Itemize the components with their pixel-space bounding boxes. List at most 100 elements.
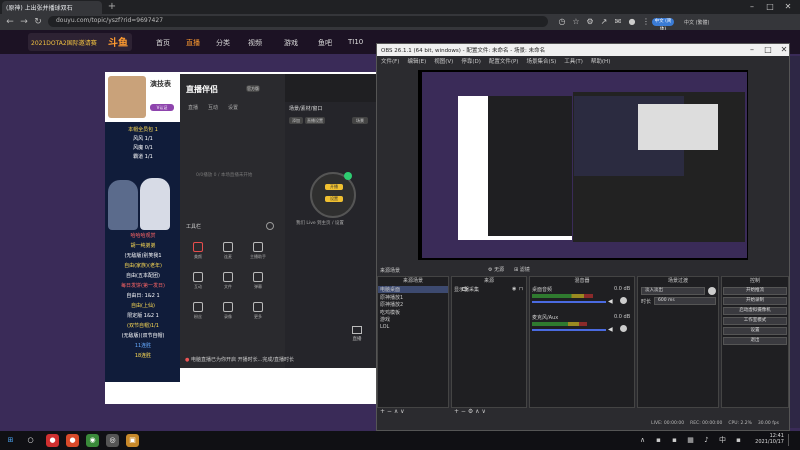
app-icon-media[interactable]: ● xyxy=(66,434,79,447)
control-button[interactable]: 启动虚拟摄像机 xyxy=(723,307,787,315)
live-app-tab[interactable]: 设置 xyxy=(228,104,238,111)
bookmark-icon[interactable]: ☆ xyxy=(570,15,582,28)
start-icon[interactable]: ⊞ xyxy=(4,434,17,447)
site-nav-item[interactable]: 鱼吧 xyxy=(318,38,332,48)
language-chip[interactable]: 中文 (简体) xyxy=(652,18,674,32)
transition-select[interactable]: 淡入淡出 xyxy=(641,287,705,295)
filters-button[interactable]: ⊞ 滤镜 xyxy=(514,266,530,273)
scene-item[interactable]: 吃鸡模板 xyxy=(378,309,448,316)
obs-menu-item[interactable]: 帮助(H) xyxy=(591,59,610,65)
live-app-tab[interactable]: 直播 xyxy=(188,104,198,111)
scene-item[interactable]: 原神播放2 xyxy=(378,301,448,308)
extensions-icon[interactable]: ⚙ xyxy=(584,15,596,28)
obs-menu-item[interactable]: 编辑(E) xyxy=(407,59,426,65)
search-icon[interactable]: ○ xyxy=(24,434,37,447)
volume-icon[interactable]: ♪ xyxy=(700,434,713,447)
live-button[interactable]: 直播 xyxy=(343,326,371,350)
language-label[interactable]: 中文 (繁體) xyxy=(684,19,710,26)
obs-minimize-icon[interactable]: – xyxy=(744,44,760,56)
speaker-icon[interactable]: ◀ xyxy=(608,298,613,305)
site-nav-item[interactable]: TI10 xyxy=(348,38,363,46)
site-nav-item[interactable]: 直播 xyxy=(186,38,200,48)
visibility-icon[interactable]: ◉ xyxy=(512,286,516,292)
site-nav-item[interactable]: 游戏 xyxy=(284,38,298,48)
network-icon[interactable]: ▦ xyxy=(684,434,697,447)
mail-icon[interactable]: ✉ xyxy=(612,15,624,28)
streamer-name[interactable]: 演技表 xyxy=(150,79,182,89)
obs-menu-item[interactable]: 场景集合(S) xyxy=(526,59,556,65)
share-icon[interactable]: ↗ xyxy=(598,15,610,28)
volume-fader[interactable] xyxy=(532,329,606,331)
tool-button[interactable]: 弹幕 xyxy=(248,272,268,296)
close-icon[interactable]: ✕ xyxy=(780,0,796,14)
menu-icon[interactable]: ⋮ xyxy=(640,15,652,28)
live-companion-icon[interactable]: ▣ xyxy=(126,434,139,447)
tool-button[interactable]: 互动 xyxy=(188,272,208,296)
scene-button[interactable]: 场景 xyxy=(352,117,368,124)
history-icon[interactable]: ◷ xyxy=(556,15,568,28)
control-button[interactable]: 工作室模式 xyxy=(723,317,787,325)
control-button[interactable]: 退出 xyxy=(723,337,787,345)
ime-icon[interactable]: 中 xyxy=(716,434,729,447)
obs-menu-item[interactable]: 工具(T) xyxy=(564,59,583,65)
system-clock[interactable]: 12:41 2021/10/17 xyxy=(752,433,784,445)
orb-button[interactable]: 设置 xyxy=(325,196,343,202)
obs-maximize-icon[interactable]: □ xyxy=(760,44,776,56)
forward-icon[interactable]: → xyxy=(18,15,30,29)
site-nav-item[interactable]: 视频 xyxy=(248,38,262,48)
obs-menu-item[interactable]: 配置文件(P) xyxy=(489,59,519,65)
tool-button[interactable]: 文件 xyxy=(218,272,238,296)
site-nav-item[interactable]: 分类 xyxy=(216,38,230,48)
mixer-settings-icon[interactable] xyxy=(620,297,627,304)
tool-button[interactable]: 连麦 xyxy=(218,242,238,266)
show-desktop-button[interactable] xyxy=(788,434,796,446)
lock-icon[interactable]: ⊓ xyxy=(519,286,523,292)
tool-button[interactable]: 美颜 xyxy=(188,242,208,266)
volume-fader[interactable] xyxy=(532,301,606,303)
scene-button[interactable]: 添加 xyxy=(289,117,303,124)
obs-menu-item[interactable]: 停靠(D) xyxy=(461,59,481,65)
orb-button[interactable]: 开播 xyxy=(325,184,343,190)
tray-icon[interactable]: ▪ xyxy=(732,434,745,447)
tray-icon[interactable]: ▪ xyxy=(652,434,665,447)
control-button[interactable]: 开始推流 xyxy=(723,287,787,295)
profile-icon[interactable]: ● xyxy=(626,15,638,28)
new-tab-icon[interactable]: + xyxy=(106,1,118,13)
duration-input[interactable]: 600 ms xyxy=(654,297,716,305)
tray-icon[interactable]: ▪ xyxy=(668,434,681,447)
scene-item[interactable]: 电脑桌面 xyxy=(378,286,448,293)
minimize-icon[interactable]: – xyxy=(744,0,760,14)
control-button[interactable]: 开始录制 xyxy=(723,297,787,305)
scene-item[interactable]: 游戏 xyxy=(378,316,448,323)
browser-tab[interactable]: (原神) 上出张并播球双石 xyxy=(2,1,102,14)
tools-collapse-icon[interactable] xyxy=(266,222,274,230)
site-nav-item[interactable]: 首页 xyxy=(156,38,170,48)
scene-item[interactable]: LOL xyxy=(378,324,448,331)
maximize-icon[interactable]: □ xyxy=(762,0,778,14)
scene-button[interactable]: 直播设置 xyxy=(305,117,325,124)
reload-icon[interactable]: ↻ xyxy=(32,15,44,29)
no-source-button[interactable]: ⚙ 无源 xyxy=(488,266,504,273)
tool-button[interactable]: 主播助手 xyxy=(248,242,268,266)
tool-button[interactable]: 更多 xyxy=(248,302,268,326)
speaker-icon[interactable]: ◀ xyxy=(608,326,613,333)
control-button[interactable]: 设置 xyxy=(723,327,787,335)
tray-up-icon[interactable]: ∧ xyxy=(636,434,649,447)
chrome-icon[interactable]: ◉ xyxy=(86,434,99,447)
address-bar[interactable]: douyu.com/topic/yszf?rid=9697427 xyxy=(48,16,548,27)
scene-item[interactable]: 原神播放1 xyxy=(378,294,448,301)
sources-toolbar[interactable]: + − ⚙ ∧ ∨ xyxy=(454,408,486,415)
live-app-tab[interactable]: 互动 xyxy=(208,104,218,111)
scenes-toolbar[interactable]: + − ∧ ∨ xyxy=(380,408,405,415)
back-icon[interactable]: ← xyxy=(4,15,16,29)
tool-button[interactable]: 粉丝 xyxy=(188,302,208,326)
transition-settings-icon[interactable] xyxy=(708,287,716,295)
obs-icon[interactable]: ◎ xyxy=(106,434,119,447)
streamer-avatar[interactable] xyxy=(108,76,146,118)
obs-close-icon[interactable]: ✕ xyxy=(776,44,792,56)
app-icon-douyu[interactable]: ● xyxy=(46,434,59,447)
obs-menu-item[interactable]: 视图(V) xyxy=(434,59,453,65)
obs-menu-item[interactable]: 文件(F) xyxy=(381,59,399,65)
tool-button[interactable]: 录像 xyxy=(218,302,238,326)
mixer-settings-icon[interactable] xyxy=(620,325,627,332)
